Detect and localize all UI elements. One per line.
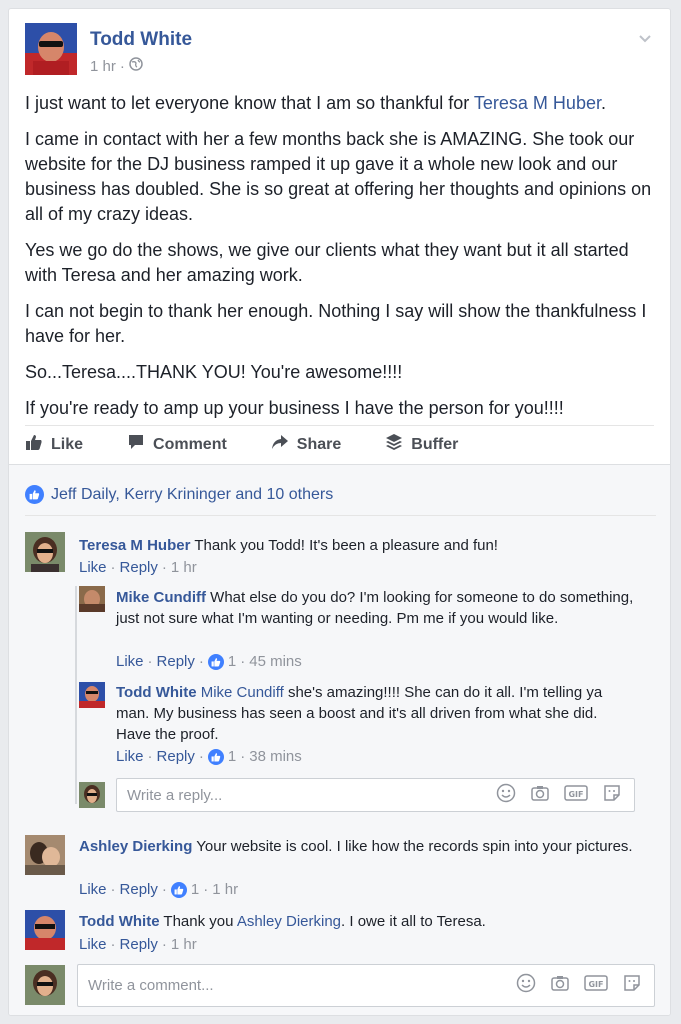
comments-section: Jeff Daily, Kerry Krininger and 10 other…	[9, 464, 670, 1015]
comment-time[interactable]: 1 hr	[212, 881, 238, 898]
commenter-avatar[interactable]	[79, 586, 105, 612]
comment-input-icons: GIF	[516, 973, 654, 998]
post-paragraph: I can not begin to thank her enough. Not…	[25, 301, 647, 346]
commenter-name[interactable]: Ashley Dierking	[79, 838, 192, 855]
meta-separator: ·	[119, 57, 125, 75]
reply-input[interactable]: Write a reply... GIF	[116, 778, 635, 812]
commenter-avatar[interactable]	[25, 835, 65, 875]
reply-placeholder: Write a reply...	[127, 786, 223, 804]
current-user-avatar	[25, 965, 65, 1005]
commenter-name[interactable]: Teresa M Huber	[79, 537, 190, 554]
author-name[interactable]: Todd White	[90, 29, 192, 51]
comment-like-link[interactable]: Like	[116, 653, 144, 670]
post-paragraph: So...Teresa....THANK YOU! You're awesome…	[25, 362, 403, 382]
reply-actions: Like · Reply · 1 · 38 mins	[116, 748, 302, 765]
comment-time[interactable]: 1 hr	[171, 559, 197, 576]
comment-button[interactable]: Comment	[127, 433, 227, 456]
share-arrow-icon	[271, 433, 289, 456]
divider	[25, 515, 656, 516]
post-time[interactable]: 1 hr	[90, 58, 116, 75]
reply-thread-line	[75, 586, 77, 804]
current-user-avatar	[79, 782, 105, 808]
post-header: Todd White 1 hr ·	[25, 23, 654, 79]
comment-actions: Like · Reply · 1 hr	[79, 936, 197, 953]
post-actions: Like Comment Share Buffer	[25, 425, 654, 463]
reply-text: Mike Cundiff What else do you do? I'm lo…	[116, 589, 634, 627]
gif-icon[interactable]: GIF	[584, 973, 608, 998]
comment-like-link[interactable]: Like	[79, 559, 107, 576]
like-count[interactable]: 1	[228, 748, 236, 765]
gif-icon[interactable]: GIF	[564, 783, 588, 808]
camera-icon[interactable]	[550, 973, 570, 998]
comment-text: Ashley Dierking Your website is cool. I …	[79, 838, 633, 855]
like-reaction-icon	[25, 485, 44, 504]
author-avatar[interactable]	[25, 23, 77, 75]
mention-link[interactable]: Ashley Dierking	[237, 913, 341, 930]
post-meta: 1 hr ·	[90, 57, 143, 75]
comment-like-link[interactable]: Like	[79, 881, 107, 898]
camera-icon[interactable]	[530, 783, 550, 808]
comment-time[interactable]: 45 mins	[249, 653, 302, 670]
sticker-icon[interactable]	[602, 783, 622, 808]
sticker-icon[interactable]	[622, 973, 642, 998]
comment-reply-link[interactable]: Reply	[120, 936, 158, 953]
post-paragraph: If you're ready to amp up your business …	[25, 398, 564, 418]
buffer-button[interactable]: Buffer	[385, 433, 458, 456]
like-count[interactable]: 1	[228, 653, 236, 670]
post-paragraph: I just want to let everyone know that I …	[25, 93, 606, 113]
comment-actions: Like · Reply · 1 · 1 hr	[79, 881, 239, 898]
globe-icon	[129, 57, 143, 75]
reply-actions: Like · Reply · 1 · 45 mins	[116, 653, 302, 670]
commenter-name[interactable]: Todd White	[116, 684, 197, 701]
thumbs-up-icon	[25, 433, 43, 456]
like-count-icon	[170, 881, 187, 898]
comment-reply-link[interactable]: Reply	[157, 653, 195, 670]
gif-label: GIF	[568, 790, 583, 799]
comment-text: Teresa M Huber Thank you Todd! It's been…	[79, 537, 498, 554]
emoji-icon[interactable]	[516, 973, 536, 998]
comment-time[interactable]: 1 hr	[171, 936, 197, 953]
comment-reply-link[interactable]: Reply	[157, 748, 195, 765]
comment-time[interactable]: 38 mins	[249, 748, 302, 765]
commenter-avatar[interactable]	[79, 682, 105, 708]
commenter-name[interactable]: Mike Cundiff	[116, 589, 206, 606]
post-body: I just want to let everyone know that I …	[25, 91, 654, 432]
post-card: Todd White 1 hr · I just want to let eve…	[8, 8, 671, 1016]
chevron-down-icon[interactable]	[636, 29, 654, 47]
comment-like-link[interactable]: Like	[116, 748, 144, 765]
comment-reply-link[interactable]: Reply	[120, 881, 158, 898]
speech-bubble-icon	[127, 433, 145, 456]
like-count-icon	[207, 748, 224, 765]
comment-actions: Like · Reply · 1 hr	[79, 559, 197, 576]
post-paragraph: Yes we go do the shows, we give our clie…	[25, 240, 629, 285]
reply-input-icons: GIF	[496, 783, 634, 808]
reactions-summary[interactable]: Jeff Daily, Kerry Krininger and 10 other…	[25, 485, 333, 504]
commenter-avatar[interactable]	[25, 532, 65, 572]
comment-reply-link[interactable]: Reply	[120, 559, 158, 576]
buffer-stack-icon	[385, 433, 403, 456]
commenter-avatar[interactable]	[25, 910, 65, 950]
gif-label: GIF	[588, 980, 603, 989]
mention-link[interactable]: Mike Cundiff	[201, 684, 284, 701]
mention-link[interactable]: Teresa M Huber	[474, 93, 601, 113]
commenter-name[interactable]: Todd White	[79, 913, 160, 930]
like-button[interactable]: Like	[25, 433, 83, 456]
post-paragraph: I came in contact with her a few months …	[25, 129, 652, 224]
like-count[interactable]: 1	[191, 881, 199, 898]
comment-placeholder: Write a comment...	[88, 977, 214, 994]
comment-input[interactable]: Write a comment... GIF	[77, 964, 655, 1007]
reply-text: Todd White Mike Cundiff she's amazing!!!…	[116, 684, 603, 743]
comment-text: Todd White Thank you Ashley Dierking. I …	[79, 913, 486, 930]
like-count-icon	[207, 653, 224, 670]
share-button[interactable]: Share	[271, 433, 341, 456]
comment-like-link[interactable]: Like	[79, 936, 107, 953]
emoji-icon[interactable]	[496, 783, 516, 808]
